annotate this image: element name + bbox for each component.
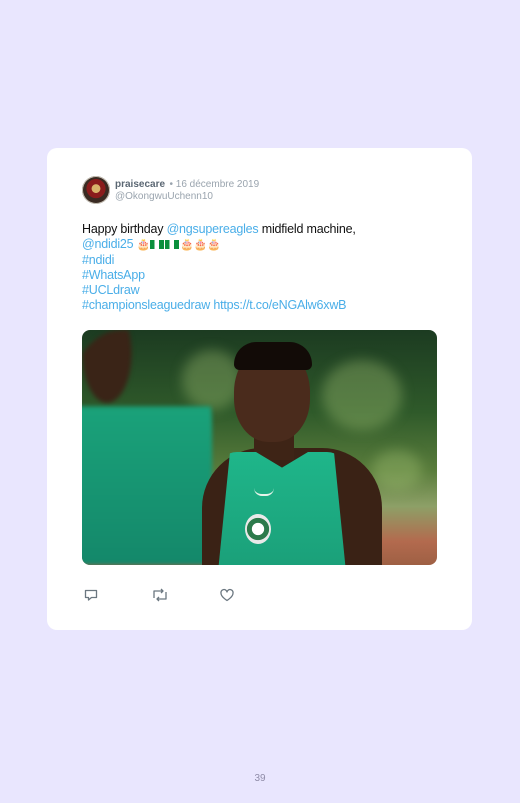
- mention-ngsupereagles[interactable]: @ngsupereagles: [167, 222, 259, 236]
- blurred-player: [82, 330, 212, 565]
- background-blur: [322, 360, 402, 430]
- background-blur: [372, 450, 422, 490]
- retweet-icon: [153, 588, 167, 602]
- tweet-line-1: Happy birthday @ngsupereagles midfield m…: [82, 222, 442, 237]
- hashtag-ucldraw[interactable]: #UCLdraw: [82, 283, 442, 298]
- nff-crest-icon: [245, 514, 271, 544]
- like-button[interactable]: [219, 586, 287, 604]
- hashtag-championsleaguedraw[interactable]: #championsleaguedraw: [82, 298, 210, 312]
- page-number: 39: [254, 773, 266, 784]
- tweet-photo[interactable]: [82, 330, 437, 565]
- cake-emoji-icon: 🎂: [136, 239, 151, 251]
- tweet-header: praisecare • 16 décembre 2019 @OkongwuUc…: [82, 176, 259, 204]
- cake-emoji-icon: 🎂🎂🎂: [180, 239, 221, 251]
- nigeria-flag-icon: [165, 240, 180, 249]
- avatar[interactable]: [82, 176, 110, 204]
- tweet-line-last: #championsleaguedraw https://t.co/eNGAlw…: [82, 298, 442, 313]
- reply-icon: [84, 589, 98, 601]
- tweet-actions: [83, 586, 287, 604]
- mention-ndidi25[interactable]: @ndidi25: [82, 237, 134, 251]
- tweet-line-2: @ndidi25 🎂 🎂🎂🎂: [82, 237, 442, 253]
- reply-button[interactable]: [83, 586, 151, 604]
- hashtag-ndidi[interactable]: #ndidi: [82, 253, 442, 268]
- player-jersey: [217, 452, 347, 565]
- tweet-text-start: Happy birthday: [82, 222, 167, 236]
- username[interactable]: praisecare: [115, 179, 165, 190]
- tweet-date[interactable]: • 16 décembre 2019: [170, 179, 260, 190]
- tweet-link[interactable]: https://t.co/eNGAlw6xwB: [213, 298, 346, 312]
- tweet-text: Happy birthday @ngsupereagles midfield m…: [82, 222, 442, 313]
- tweet-card: praisecare • 16 décembre 2019 @OkongwuUc…: [47, 148, 472, 630]
- retweet-button[interactable]: [151, 586, 219, 604]
- heart-icon: [220, 588, 234, 602]
- tweet-text-rest: midfield machine,: [258, 222, 356, 236]
- nigeria-flag-icon: [150, 240, 165, 249]
- author-meta: praisecare • 16 décembre 2019 @OkongwuUc…: [115, 177, 259, 203]
- user-handle[interactable]: @OkongwuUchenn10: [115, 191, 259, 203]
- hashtag-whatsapp[interactable]: #WhatsApp: [82, 268, 442, 283]
- player-hair: [234, 342, 312, 370]
